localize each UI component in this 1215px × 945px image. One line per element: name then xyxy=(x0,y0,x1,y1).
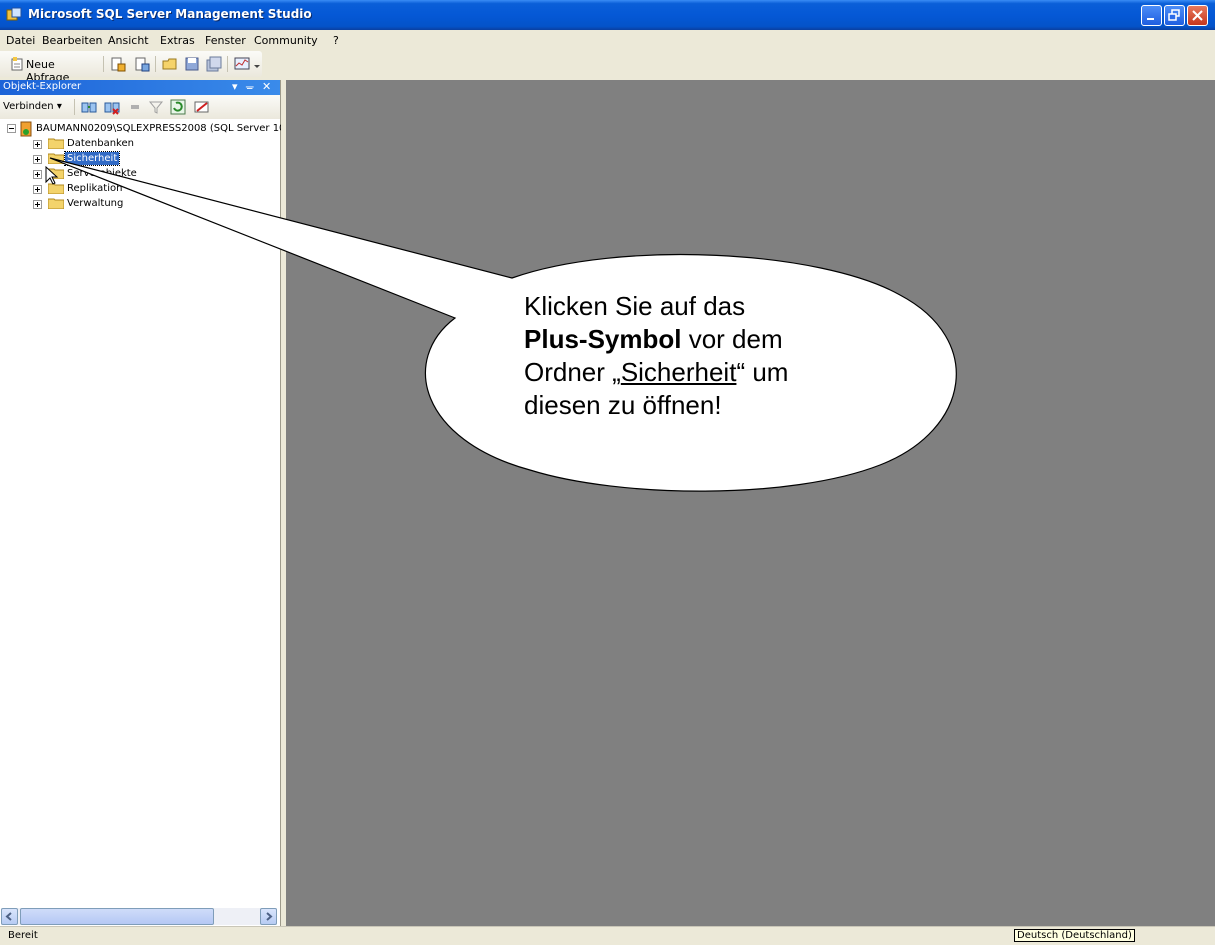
toolbar-separator xyxy=(227,56,228,72)
folder-label: Verwaltung xyxy=(67,198,124,209)
window-title: Microsoft SQL Server Management Studio xyxy=(28,7,312,21)
menu-ansicht[interactable]: Ansicht xyxy=(108,34,149,47)
connect-dropdown[interactable]: Verbinden ▾ xyxy=(3,101,62,112)
server-icon xyxy=(20,121,32,137)
toolbar-separator xyxy=(155,56,156,72)
tree-node-verwaltung[interactable]: Verwaltung xyxy=(0,197,280,212)
refresh-icon[interactable] xyxy=(170,99,186,115)
object-explorer-header: Objekt-Explorer ▾ ᚚ ✕ xyxy=(0,80,280,95)
menu-bearbeiten[interactable]: Bearbeiten xyxy=(42,34,102,47)
scroll-thumb[interactable] xyxy=(20,908,214,925)
chevron-left-icon xyxy=(5,912,12,921)
menu-bar: Datei Bearbeiten Ansicht Extras Fenster … xyxy=(0,30,1215,50)
collapse-toggle-icon[interactable] xyxy=(7,124,16,133)
tree-node-serverobjekte[interactable]: Serverobjekte xyxy=(0,167,280,182)
tree-node-sicherheit[interactable]: Sicherheit xyxy=(0,151,280,167)
callout-bold-text: Plus-Symbol xyxy=(524,324,682,354)
close-button[interactable] xyxy=(1187,5,1208,26)
tree-node-server[interactable]: BAUMANN0209\SQLEXPRESS2008 (SQL Server 1… xyxy=(0,121,285,137)
menu-datei[interactable]: Datei xyxy=(6,34,35,47)
folder-icon xyxy=(48,198,64,209)
minimize-button[interactable] xyxy=(1141,5,1162,26)
new-query-icon xyxy=(11,57,23,71)
disconnect-icon[interactable] xyxy=(104,99,120,115)
scroll-left-button[interactable] xyxy=(1,908,18,925)
window-position-dropdown-icon[interactable]: ▾ xyxy=(232,80,238,93)
connect-object-explorer-icon[interactable] xyxy=(81,99,97,115)
save-all-icon[interactable] xyxy=(206,56,222,72)
menu-extras[interactable]: Extras xyxy=(160,34,195,47)
menu-fenster[interactable]: Fenster xyxy=(205,34,246,47)
menu-help[interactable]: ? xyxy=(333,34,339,47)
object-explorer-title: Objekt-Explorer xyxy=(3,81,82,92)
auto-hide-pin-icon[interactable]: ᚚ xyxy=(246,80,254,93)
horizontal-scrollbar[interactable] xyxy=(1,908,277,925)
close-icon xyxy=(1192,10,1203,21)
ssms-app-icon xyxy=(6,7,22,21)
callout-line-2: Plus-Symbol vor dem xyxy=(524,324,783,354)
toolbar-separator xyxy=(74,99,75,115)
stop-icon xyxy=(131,105,139,109)
expand-toggle-icon[interactable] xyxy=(33,155,42,164)
callout-line-1: Klicken Sie auf das xyxy=(524,291,746,321)
tree-node-replikation[interactable]: Replikation xyxy=(0,182,280,197)
expand-toggle-icon[interactable] xyxy=(33,200,42,209)
document-area xyxy=(286,80,1215,926)
database-query-icon[interactable] xyxy=(110,56,126,72)
new-query-button[interactable]: Neue Abfrage xyxy=(8,51,98,84)
callout-line-4: diesen zu öffnen! xyxy=(524,390,722,420)
object-explorer-panel: Objekt-Explorer ▾ ᚚ ✕ Verbinden ▾ BAUMAN… xyxy=(0,80,285,926)
server-node-label: BAUMANN0209\SQLEXPRESS2008 (SQL Server 1… xyxy=(36,123,286,134)
toolbar-overflow-icon[interactable] xyxy=(253,62,261,70)
expand-toggle-icon[interactable] xyxy=(33,185,42,194)
callout-text: Klicken Sie auf das Plus-Symbol vor dem … xyxy=(524,290,874,422)
restore-button[interactable] xyxy=(1164,5,1185,26)
folder-label: Datenbanken xyxy=(67,138,134,149)
folder-label: Replikation xyxy=(67,183,123,194)
mouse-cursor-icon xyxy=(45,166,59,185)
analysis-query-icon[interactable] xyxy=(134,56,150,72)
activity-monitor-icon[interactable] xyxy=(194,99,210,115)
callout-line-3: Ordner „Sicherheit“ um xyxy=(524,357,789,387)
activity-monitor-icon[interactable] xyxy=(234,56,250,72)
title-bar: Microsoft SQL Server Management Studio xyxy=(0,0,1215,30)
callout-underlined-text: Sicherheit xyxy=(620,357,737,387)
object-explorer-toolbar: Verbinden ▾ xyxy=(0,95,280,119)
language-indicator: Deutsch (Deutschland) xyxy=(1014,929,1135,942)
restore-icon xyxy=(1168,9,1180,21)
folder-icon xyxy=(48,138,64,149)
standard-toolbar: Neue Abfrage xyxy=(0,51,262,84)
scroll-right-button[interactable] xyxy=(260,908,277,925)
chevron-right-icon xyxy=(266,912,273,921)
folder-icon xyxy=(48,153,64,164)
expand-toggle-icon[interactable] xyxy=(33,140,42,149)
save-icon[interactable] xyxy=(184,56,200,72)
open-file-icon[interactable] xyxy=(162,56,178,72)
folder-label: Serverobjekte xyxy=(67,168,137,179)
tree-node-datenbanken[interactable]: Datenbanken xyxy=(0,137,280,152)
toolbar-separator xyxy=(103,56,104,72)
status-text: Bereit xyxy=(8,930,38,941)
status-bar: Bereit Deutsch (Deutschland) xyxy=(0,926,1215,945)
minimize-icon xyxy=(1147,18,1154,20)
panel-close-icon[interactable]: ✕ xyxy=(262,80,271,93)
menu-community[interactable]: Community xyxy=(254,34,318,47)
expand-toggle-icon[interactable] xyxy=(33,170,42,179)
filter-icon xyxy=(148,101,164,114)
folder-label-selected: Sicherheit xyxy=(63,151,121,166)
